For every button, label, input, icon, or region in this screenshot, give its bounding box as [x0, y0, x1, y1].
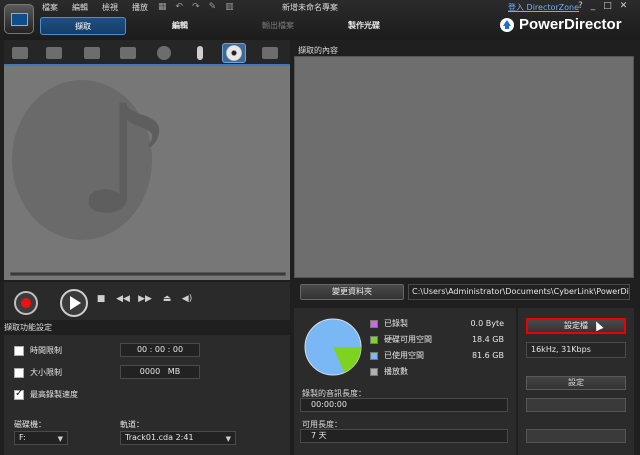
rewind-button[interactable]: ◀◀ [116, 294, 130, 304]
login-link[interactable]: 登入 DirectorZone [508, 2, 579, 13]
capture-settings-header: 擷取功能設定 [4, 323, 52, 332]
menu-view[interactable]: 檢視 [102, 2, 118, 14]
powerdirector-logo-icon [500, 17, 514, 32]
microphone-icon[interactable] [188, 43, 212, 63]
digital-tv-icon[interactable] [116, 43, 140, 63]
maximize-button[interactable]: □ [603, 1, 612, 11]
capture-settings-panel: 時間限制 00 : 00 : 00 大小限制 0000 MB 最高錄製速度 磁碟… [4, 335, 290, 455]
capture-source-bar [4, 40, 290, 66]
app-icon[interactable] [4, 4, 34, 34]
captured-content-title: 擷取的內容 [298, 46, 338, 55]
help-button[interactable]: ? [578, 1, 583, 11]
tab-edit[interactable]: 編輯 [140, 17, 220, 35]
play-icon [70, 296, 81, 310]
max-speed-row: 最高錄製速度 [14, 388, 78, 400]
dv-camera-icon[interactable] [258, 43, 282, 63]
tv-icon[interactable] [80, 43, 104, 63]
legend-free-space: 硬碟可用空間 18.4 GB [370, 334, 504, 345]
disc-usage-pie [304, 318, 362, 376]
legend-label-play: 播放數 [384, 367, 408, 376]
close-button[interactable]: ✕ [620, 1, 628, 11]
time-limit-row: 時間限制 [14, 345, 62, 356]
webcam-icon[interactable] [152, 43, 176, 63]
settings-button[interactable]: 設定 [526, 376, 626, 390]
time-limit-label: 時間限制 [30, 346, 62, 355]
size-limit-value: 0000 [139, 367, 161, 376]
track-select[interactable]: Track01.cda 2:41 ▼ [120, 431, 236, 445]
edit-icon[interactable]: ✎ [209, 2, 217, 12]
save-icon[interactable]: ▦ [158, 2, 167, 12]
legend-label-used: 已使用空間 [384, 351, 424, 360]
legend-swatch-used [370, 351, 378, 360]
profile-button[interactable]: 設定檔 [526, 318, 626, 334]
track-value: Track01.cda 2:41 [125, 433, 194, 442]
stop-button[interactable]: ■ [94, 294, 108, 304]
change-folder-button[interactable]: 變更資料夾 [300, 284, 404, 300]
legend-label-free: 硬碟可用空間 [384, 335, 432, 344]
max-speed-label: 最高錄製速度 [30, 390, 78, 399]
captured-content-list[interactable] [294, 56, 634, 278]
legend-swatch-recorded [370, 319, 378, 328]
menu-play[interactable]: 播放 [132, 2, 148, 14]
time-limit-input[interactable]: 00 : 00 : 00 [120, 343, 200, 357]
size-limit-label: 大小限制 [30, 368, 62, 377]
menu-edit[interactable]: 編輯 [72, 2, 88, 14]
chevron-down-icon: ▼ [225, 435, 231, 443]
tab-disc[interactable]: 製作光碟 [322, 17, 406, 35]
music-note-icon: ♪ [76, 74, 172, 248]
size-limit-checkbox[interactable] [14, 367, 24, 378]
camcorder-icon[interactable] [42, 43, 66, 63]
time-limit-checkbox[interactable] [14, 345, 24, 356]
seek-bar[interactable] [10, 272, 286, 276]
minimize-button[interactable]: _ [591, 1, 596, 11]
legend-used-space: 已使用空間 81.6 GB [370, 350, 504, 361]
volume-button[interactable]: ◀) [180, 294, 194, 304]
tab-output[interactable]: 輸出檔案 [238, 17, 318, 35]
legend-recorded: 已錄製 0.0 Byte [370, 318, 504, 329]
size-limit-row: 大小限制 [14, 367, 62, 378]
eject-button[interactable]: ⏏ [160, 294, 174, 304]
drive-value: F: [19, 433, 26, 442]
max-speed-checkbox[interactable] [14, 388, 24, 400]
legend-swatch-play [370, 367, 378, 376]
legend-value-used: 81.6 GB [471, 351, 504, 360]
capture-tv-icon[interactable] [8, 43, 32, 63]
undo-icon[interactable]: ↶ [176, 2, 184, 12]
legend-label-recorded: 已錄製 [384, 319, 408, 328]
recorded-length-field: 00:00:00 [300, 398, 508, 412]
disabled-field [526, 429, 626, 443]
window-controls: ? _ □ ✕ [578, 1, 627, 11]
drive-label: 磁碟機： [14, 420, 46, 429]
size-limit-input[interactable]: 0000 MB [120, 365, 200, 379]
project-title: 新增未命名專案 [282, 3, 338, 12]
drive-select[interactable]: F: ▼ [14, 431, 68, 445]
brand-name: PowerDirector [519, 16, 622, 33]
available-length-field: 7 天 [300, 429, 508, 443]
preview-window: ♪ [4, 66, 290, 280]
quick-toolbar: ▦ ↶ ↷ ✎ ▥ [158, 2, 234, 12]
profile-value-field: 16kHz, 31Kbps [526, 342, 626, 358]
track-label: 軌道： [120, 420, 144, 429]
chevron-down-icon: ▼ [57, 435, 63, 443]
legend-value-recorded: 0.0 Byte [470, 319, 504, 328]
audio-cd-icon[interactable] [222, 43, 246, 63]
delete-icon[interactable]: ▥ [225, 2, 234, 12]
fast-forward-button[interactable]: ▶▶ [138, 294, 152, 304]
record-button[interactable] [14, 291, 38, 315]
legend-swatch-free [370, 335, 378, 344]
menu-bar: 檔案 編輯 檢視 播放 [42, 2, 148, 14]
menu-file[interactable]: 檔案 [42, 2, 58, 14]
redo-icon[interactable]: ↷ [192, 2, 200, 12]
legend-play-count: 播放數 [370, 366, 504, 377]
disabled-field [526, 398, 626, 412]
brand: PowerDirector [500, 16, 622, 33]
legend-value-free: 18.4 GB [471, 335, 504, 344]
record-icon [21, 298, 31, 308]
size-limit-unit: MB [167, 367, 181, 376]
folder-path-field[interactable]: C:\Users\Administrator\Documents\CyberLi… [408, 284, 630, 300]
play-button[interactable] [60, 289, 88, 317]
tab-capture[interactable]: 擷取 [40, 17, 126, 35]
